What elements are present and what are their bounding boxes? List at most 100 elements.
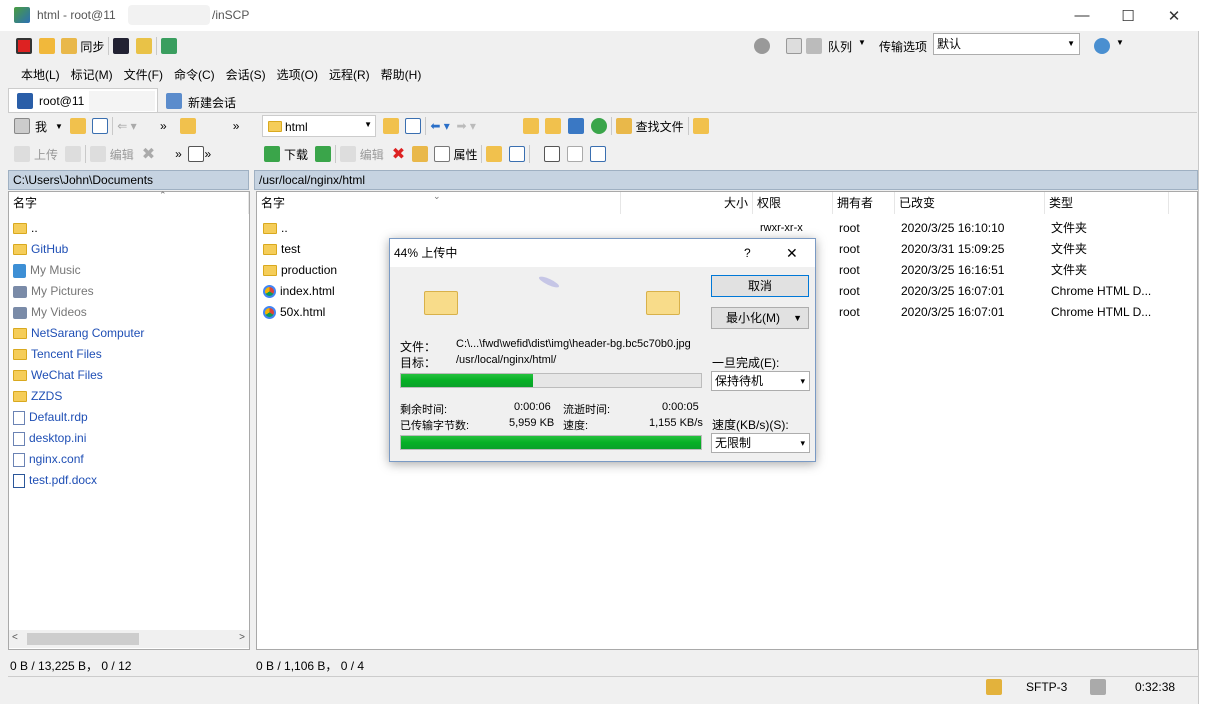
compare-icon[interactable]: [16, 38, 32, 54]
sync-button[interactable]: 同步: [80, 38, 104, 55]
edit-icon[interactable]: [339, 146, 356, 162]
back-icon[interactable]: ⇐ ▾: [117, 119, 136, 133]
chevron-down-icon[interactable]: ▼: [1116, 38, 1124, 47]
menu-file[interactable]: 文件(F): [124, 66, 163, 83]
close-button[interactable]: ✕: [1151, 0, 1197, 31]
overflow-icon[interactable]: »: [204, 147, 211, 161]
open-folder-icon[interactable]: [382, 118, 399, 134]
delete-icon[interactable]: ✖: [392, 144, 405, 164]
column-header-rights[interactable]: 权限: [753, 192, 833, 214]
tab-session[interactable]: root@11: [8, 88, 158, 112]
list-item[interactable]: NetSarang Computer: [13, 323, 144, 344]
tab-new-session[interactable]: 新建会话: [160, 90, 242, 112]
list-item[interactable]: test.pdf.docx: [13, 470, 97, 491]
refresh-icon[interactable]: [590, 118, 607, 134]
sync-browse-icon[interactable]: [38, 38, 55, 54]
list-item[interactable]: WeChat Files: [13, 365, 103, 386]
queue-button[interactable]: 队列: [828, 38, 852, 55]
parent-dir-icon[interactable]: [180, 118, 197, 134]
preferences-icon[interactable]: [161, 38, 178, 54]
properties-button[interactable]: 属性: [453, 146, 477, 163]
menu-mark[interactable]: 标记(M): [71, 66, 113, 83]
minimize-dialog-button[interactable]: 最小化(M) ▼: [711, 307, 809, 329]
once-done-select[interactable]: 保持待机 ▾: [711, 371, 810, 391]
open-folder-icon[interactable]: [69, 118, 86, 134]
list-item[interactable]: My Music: [13, 260, 81, 281]
left-path-bar[interactable]: C:\Users\John\Documents: [8, 170, 249, 190]
find-files-button[interactable]: 查找文件: [636, 118, 684, 135]
upload-icon[interactable]: [14, 146, 30, 162]
new-folder-icon[interactable]: [486, 146, 503, 162]
list-item[interactable]: desktop.ini: [13, 428, 86, 449]
list-item[interactable]: nginx.conf: [13, 449, 84, 470]
column-header-name[interactable]: 名字: [9, 192, 249, 214]
parent-dir-icon[interactable]: [522, 118, 539, 134]
overflow-icon[interactable]: »: [233, 119, 240, 133]
overflow-icon[interactable]: »: [160, 119, 167, 133]
transfer-preset-select[interactable]: 默认 ▼: [933, 33, 1080, 55]
download-icon[interactable]: [264, 146, 280, 162]
edit-button[interactable]: 编辑: [110, 146, 134, 163]
minimize-button[interactable]: —: [1059, 0, 1105, 31]
right-path-bar[interactable]: /usr/local/nginx/html: [254, 170, 1198, 190]
drive-icon[interactable]: [14, 118, 30, 134]
menu-command[interactable]: 命令(C): [174, 66, 215, 83]
chevron-down-icon[interactable]: ▼: [858, 38, 866, 47]
list-item[interactable]: Tencent Files: [13, 344, 102, 365]
filter-icon[interactable]: [92, 118, 109, 134]
column-header-type[interactable]: 类型: [1045, 192, 1169, 214]
speed-limit-select[interactable]: 无限制 ▾: [711, 433, 810, 453]
column-header-changed[interactable]: 已改变: [895, 192, 1045, 214]
properties-icon[interactable]: [434, 146, 451, 162]
expand-icon[interactable]: [544, 146, 561, 162]
sync-icon[interactable]: [61, 38, 78, 54]
root-dir-icon[interactable]: [545, 118, 562, 134]
edit-button[interactable]: 编辑: [360, 146, 384, 163]
tree-icon[interactable]: [692, 118, 709, 134]
putty-icon[interactable]: [136, 38, 153, 54]
upload-options-icon[interactable]: [64, 146, 81, 162]
back-icon[interactable]: ⬅ ▾: [430, 119, 449, 133]
queue-list-icon[interactable]: [806, 38, 822, 54]
list-item[interactable]: My Videos: [13, 302, 87, 323]
home-icon[interactable]: [567, 118, 584, 134]
upload-button[interactable]: 上传: [34, 146, 58, 163]
left-hscrollbar[interactable]: < >: [9, 630, 249, 648]
drive-select[interactable]: 我: [35, 118, 47, 135]
filter-icon[interactable]: [405, 118, 422, 134]
menu-local[interactable]: 本地(L): [21, 66, 60, 83]
list-item[interactable]: Default.rdp: [13, 407, 88, 428]
download-options-icon[interactable]: [314, 146, 331, 162]
globe-icon[interactable]: [1094, 38, 1110, 54]
forward-icon[interactable]: ➡ ▾: [456, 119, 475, 133]
list-item[interactable]: ..: [13, 218, 38, 239]
find-files-icon[interactable]: [615, 118, 632, 134]
edit-icon[interactable]: [89, 146, 106, 162]
download-button[interactable]: 下载: [284, 146, 308, 163]
new-file-icon[interactable]: [509, 146, 526, 162]
list-item[interactable]: GitHub: [13, 239, 68, 260]
maximize-button[interactable]: ☐: [1105, 0, 1151, 31]
menu-help[interactable]: 帮助(H): [381, 66, 422, 83]
expand-icon[interactable]: [188, 146, 205, 162]
list-item[interactable]: My Pictures: [13, 281, 94, 302]
table-row[interactable]: .. rwxr-xr-x root 2020/3/25 16:10:10 文件夹: [257, 218, 1197, 239]
gear-icon[interactable]: [754, 38, 770, 54]
column-header-size[interactable]: 大小: [621, 192, 753, 214]
terminal-icon[interactable]: [113, 38, 130, 54]
delete-icon[interactable]: ✖: [142, 144, 155, 164]
column-header-owner[interactable]: 拥有者: [833, 192, 895, 214]
help-button[interactable]: ?: [744, 239, 751, 267]
cancel-button[interactable]: 取消: [711, 275, 809, 297]
collapse-icon[interactable]: [566, 146, 583, 162]
dialog-close-button[interactable]: ✕: [786, 239, 798, 267]
file-progress-bar: [400, 373, 702, 388]
filter-icon[interactable]: [589, 146, 606, 162]
overflow-icon[interactable]: »: [175, 147, 182, 161]
menu-remote[interactable]: 远程(R): [329, 66, 370, 83]
remote-dir-select[interactable]: html ▼: [262, 115, 376, 137]
menu-session[interactable]: 会话(S): [226, 66, 266, 83]
menu-options[interactable]: 选项(O): [277, 66, 318, 83]
rename-icon[interactable]: [411, 146, 428, 162]
list-item[interactable]: ZZDS: [13, 386, 62, 407]
